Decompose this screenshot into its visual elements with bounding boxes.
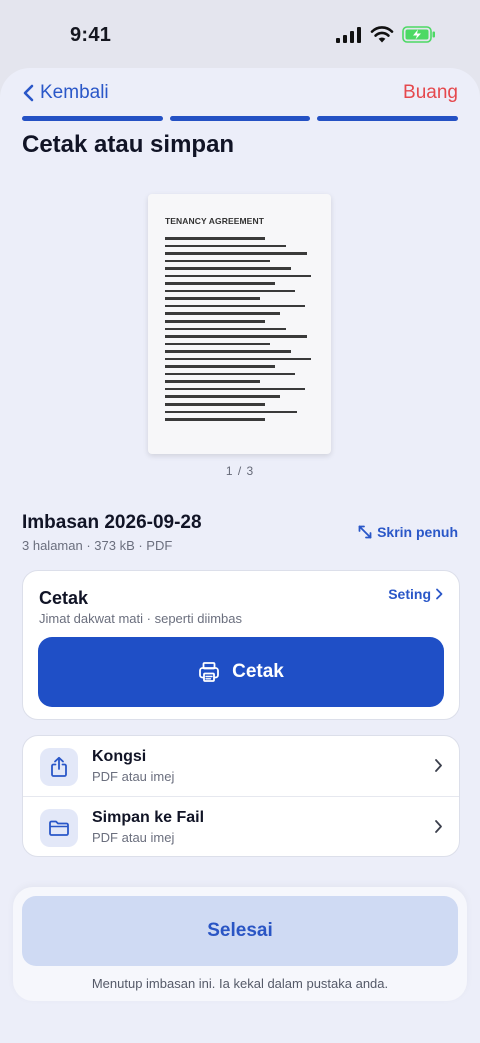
wifi-icon bbox=[370, 26, 394, 43]
progress-step-3 bbox=[317, 116, 459, 121]
scan-name: Imbasan 2026-09-28 bbox=[22, 512, 202, 533]
cellular-signal-icon bbox=[336, 26, 361, 43]
discard-button[interactable]: Buang bbox=[403, 82, 458, 104]
scan-meta: 3 halaman · 373 kB · PDF bbox=[22, 538, 173, 553]
fullscreen-label: Skrin penuh bbox=[377, 524, 458, 540]
folder-icon bbox=[40, 809, 78, 847]
print-save-sheet: Kembali Buang Cetak atau simpan TENANCY … bbox=[0, 68, 480, 1043]
save-to-files-title: Simpan ke Fail bbox=[92, 809, 205, 826]
chevron-right-icon bbox=[436, 588, 443, 600]
actions-card: Kongsi PDF atau imej Simpan ke Fail PDF … bbox=[22, 735, 460, 857]
share-row[interactable]: Kongsi PDF atau imej bbox=[23, 736, 459, 796]
chevron-right-icon bbox=[435, 820, 442, 833]
step-progress bbox=[22, 116, 459, 121]
expand-icon bbox=[358, 525, 372, 539]
print-settings-button[interactable]: Seting bbox=[388, 586, 443, 602]
done-note: Menutup imbasan ini. Ia kekal dalam pust… bbox=[91, 976, 389, 991]
printer-icon bbox=[199, 662, 220, 682]
print-title: Cetak bbox=[39, 588, 89, 608]
document-text-lines bbox=[165, 237, 315, 426]
progress-step-2 bbox=[169, 116, 311, 121]
back-label: Kembali bbox=[40, 82, 109, 103]
print-button[interactable]: Cetak bbox=[38, 637, 444, 707]
progress-step-1 bbox=[22, 116, 163, 121]
back-button[interactable]: Kembali bbox=[22, 82, 109, 104]
share-icon bbox=[40, 748, 78, 786]
save-to-files-row[interactable]: Simpan ke Fail PDF atau imej bbox=[23, 796, 459, 857]
share-subtitle: PDF atau imej bbox=[92, 769, 175, 784]
battery-charging-icon bbox=[402, 26, 435, 43]
page-indicator: 1 / 3 bbox=[225, 464, 255, 478]
status-time: 9:41 bbox=[70, 24, 112, 46]
page-title: Cetak atau simpan bbox=[22, 131, 235, 158]
bottom-action-bar: Selesai Menutup imbasan ini. Ia kekal da… bbox=[13, 887, 467, 1001]
chevron-right-icon bbox=[435, 759, 442, 772]
save-to-files-subtitle: PDF atau imej bbox=[92, 830, 175, 845]
fullscreen-button[interactable]: Skrin penuh bbox=[358, 524, 458, 540]
done-button[interactable]: Selesai bbox=[22, 896, 458, 966]
share-title: Kongsi bbox=[92, 748, 147, 765]
chevron-left-icon bbox=[23, 84, 34, 102]
print-card: Cetak Jimat dakwat mati · seperti diimba… bbox=[22, 570, 460, 720]
status-bar: 9:41 bbox=[0, 0, 480, 70]
print-subtitle: Jimat dakwat mati · seperti diimbas bbox=[39, 611, 243, 626]
document-preview[interactable]: TENANCY AGREEMENT bbox=[148, 194, 331, 454]
print-button-label: Cetak bbox=[232, 661, 284, 682]
status-icons bbox=[336, 26, 436, 43]
document-heading: TENANCY AGREEMENT bbox=[165, 216, 264, 226]
settings-label: Seting bbox=[388, 586, 431, 602]
